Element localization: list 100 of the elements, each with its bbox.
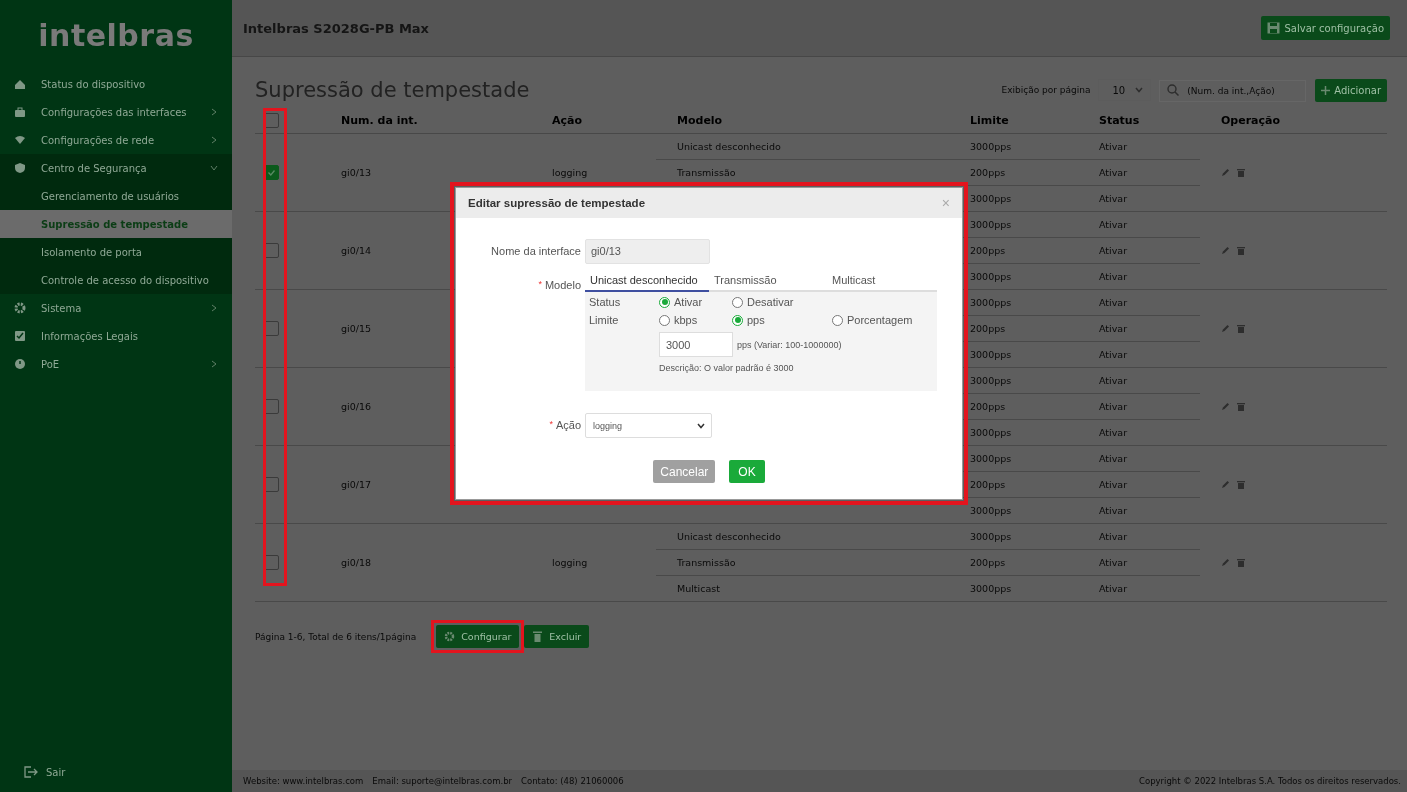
ok-button[interactable]: OK: [729, 460, 765, 483]
search-field[interactable]: (Num. da int.,Ação): [1159, 79, 1307, 102]
logout-icon: [24, 766, 38, 778]
field-label: Limite: [589, 314, 620, 326]
chevron-down-icon: [697, 422, 705, 429]
range-hint: pps (Variar: 100-1000000): [737, 339, 842, 350]
checkbox[interactable]: [264, 399, 279, 414]
sidebar-subitem[interactable]: Isolamento de porta: [0, 238, 232, 266]
column-header: Operação: [1200, 107, 1387, 134]
table-cell: Ativar: [1078, 523, 1200, 550]
footer-text: Email: suporte@intelbras.com.br: [372, 776, 513, 786]
column-header: Modelo: [656, 107, 949, 134]
table-cell: Ativar: [1078, 159, 1200, 186]
sidebar-subitem[interactable]: Gerenciamento de usuários: [0, 182, 232, 210]
checkbox[interactable]: [264, 555, 279, 570]
table-cell: Ativar: [1078, 575, 1200, 602]
plus-icon: [1321, 85, 1331, 95]
pencil-icon: [1221, 402, 1230, 411]
power-icon: [14, 358, 26, 370]
table-cell: 3000pps: [949, 575, 1078, 602]
interface-name-field: gi0/13: [585, 239, 710, 264]
column-header: Status: [1078, 107, 1200, 134]
table-cell: Ativar: [1078, 289, 1200, 316]
sidebar-subitem[interactable]: Controle de acesso do dispositivo: [0, 266, 232, 294]
pencil-icon: [1221, 324, 1230, 333]
limit-input[interactable]: 3000: [659, 332, 733, 357]
table-cell: Ativar: [1078, 549, 1200, 576]
sidebar-item[interactable]: Status do dispositivo: [0, 70, 232, 98]
search-icon: [1167, 83, 1180, 96]
radio-button[interactable]: Ativar: [659, 296, 732, 308]
trash-icon: [1237, 402, 1245, 411]
shield-icon: [14, 162, 26, 174]
table-cell: Transmissão: [656, 549, 949, 576]
table-cell: logging: [531, 523, 656, 602]
sidebar-item[interactable]: Configurações de rede: [0, 126, 232, 154]
model-tab[interactable]: Multicast: [827, 272, 932, 292]
checkbox[interactable]: [264, 112, 279, 128]
trash-icon: [1237, 480, 1245, 489]
pencil-icon: [1221, 246, 1230, 255]
logout-button[interactable]: Sair: [24, 766, 66, 778]
table-cell: Ativar: [1078, 471, 1200, 498]
sidebar-item[interactable]: Configurações das interfaces: [0, 98, 232, 126]
footer-text: Contato: (48) 21060006: [521, 776, 624, 786]
table-cell: Ativar: [1078, 237, 1200, 264]
radio-button[interactable]: kbps: [659, 314, 732, 326]
table-cell: Unicast desconhecido: [656, 133, 949, 160]
column-header: Limite: [949, 107, 1078, 134]
trash-icon: [1237, 558, 1245, 567]
table-cell: Ativar: [1078, 133, 1200, 160]
delete-button[interactable]: Excluir: [524, 625, 590, 648]
table-cell: Ativar: [1078, 445, 1200, 472]
briefcase-icon: [14, 106, 26, 118]
checkbox[interactable]: [264, 321, 279, 336]
table-cell: 200pps: [949, 159, 1078, 186]
sidebar-item[interactable]: Centro de Segurança: [0, 154, 232, 182]
checkbox-icon: [14, 330, 26, 342]
save-button[interactable]: Salvar configuração: [1261, 16, 1390, 40]
sidebar-item[interactable]: Sistema: [0, 294, 232, 322]
home-icon: [14, 78, 26, 90]
column-header: Ação: [531, 107, 656, 134]
action-select[interactable]: logging: [585, 413, 712, 438]
table-cell: Ativar: [1078, 185, 1200, 212]
trash-icon: [1237, 246, 1245, 255]
field-label: * Modelo: [537, 278, 581, 293]
checkbox[interactable]: [264, 243, 279, 258]
table-cell: 3000pps: [949, 133, 1078, 160]
add-button[interactable]: Adicionar: [1315, 78, 1387, 102]
column-header: Num. da int.: [320, 107, 531, 134]
per-page-label: Exibição por página: [1001, 85, 1091, 95]
pencil-icon: [1221, 480, 1230, 489]
radio-button[interactable]: Porcentagem: [832, 314, 933, 326]
table-cell: Ativar: [1078, 497, 1200, 524]
field-label: * Ação: [548, 418, 581, 433]
checkbox[interactable]: [264, 477, 279, 492]
chevron-down-icon: [1135, 87, 1144, 93]
brand-logo: intelbras: [38, 17, 194, 53]
table-cell: Ativar: [1078, 263, 1200, 290]
table-cell: 200pps: [949, 549, 1078, 576]
pagination-summary: Página 1-6, Total de 6 itens/1página: [255, 631, 417, 642]
gear-icon: [444, 631, 456, 642]
table-cell: Ativar: [1078, 393, 1200, 420]
sidebar-item[interactable]: Informações Legais: [0, 322, 232, 350]
configure-button[interactable]: Configurar: [436, 625, 520, 648]
field-label: Status: [589, 296, 622, 308]
trash-icon: [1237, 168, 1245, 177]
wifi-icon: [14, 134, 26, 146]
table-cell: 3000pps: [949, 523, 1078, 550]
table-cell: Transmissão: [656, 159, 949, 186]
model-tab[interactable]: Transmissão: [709, 272, 827, 292]
table-cell: Ativar: [1078, 211, 1200, 238]
copyright-text: Copyright © 2022 Intelbras S.A. Todos os direitos reservados.: [1139, 776, 1401, 786]
radio-button[interactable]: Desativar: [732, 296, 832, 308]
sidebar-item[interactable]: PoE: [0, 350, 232, 378]
pencil-icon: [1221, 168, 1230, 177]
table-cell: Ativar: [1078, 419, 1200, 446]
table-cell: gi0/18: [320, 523, 531, 602]
trash-icon: [1237, 324, 1245, 333]
radio-button[interactable]: pps: [732, 314, 832, 326]
page-title: Supressão de tempestade: [255, 78, 531, 102]
gear-icon: [14, 302, 26, 314]
